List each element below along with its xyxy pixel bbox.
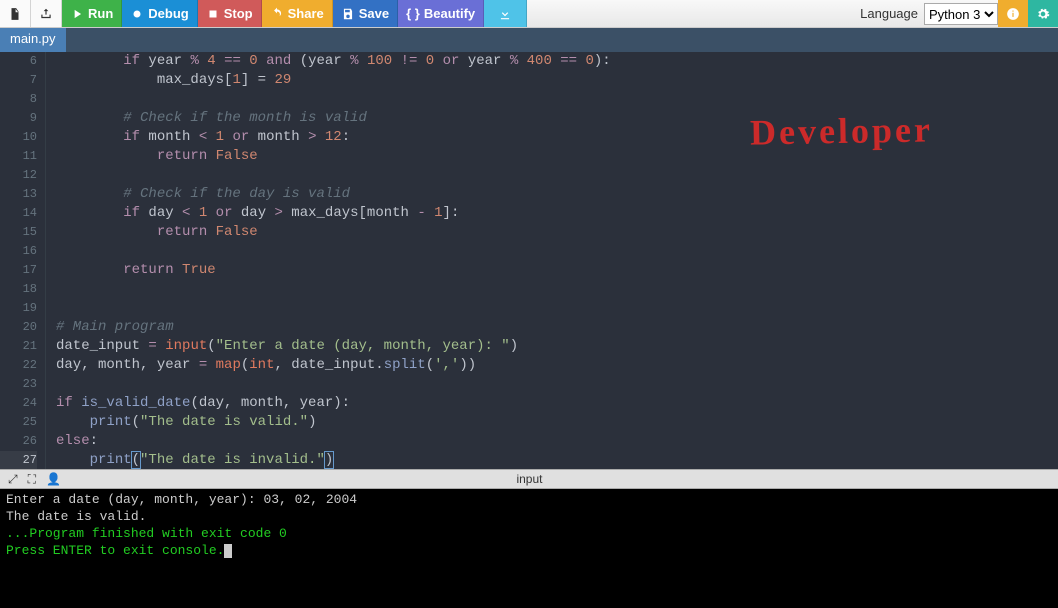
play-icon	[70, 7, 84, 21]
code-line[interactable]: max_days[1] = 29	[56, 71, 1058, 90]
debug-icon	[130, 7, 144, 21]
code-line[interactable]	[56, 280, 1058, 299]
debug-label: Debug	[148, 6, 188, 21]
console-line: Press ENTER to exit console.	[6, 542, 1052, 559]
run-label: Run	[88, 6, 113, 21]
download-icon	[498, 7, 512, 21]
line-gutter: 6789101112131415161718192021222324252627	[0, 52, 46, 469]
save-label: Save	[359, 6, 389, 21]
folder-open-icon	[39, 7, 53, 21]
braces-icon: { }	[406, 6, 420, 21]
console-toolbar: ⤢ ⛶ 👤 input	[0, 469, 1058, 489]
stop-icon	[206, 7, 220, 21]
stop-button[interactable]: Stop	[198, 0, 262, 27]
person-icon[interactable]: 👤	[46, 472, 61, 487]
code-line[interactable]	[56, 166, 1058, 185]
open-file-button[interactable]	[31, 0, 62, 27]
console-output[interactable]: Enter a date (day, month, year): 03, 02,…	[0, 489, 1058, 608]
info-button[interactable]	[998, 0, 1028, 27]
language-label: Language	[854, 0, 924, 27]
maximize-icon[interactable]: ⛶	[28, 472, 36, 487]
beautify-label: Beautify	[424, 6, 475, 21]
language-select[interactable]: Python 3	[924, 3, 998, 25]
code-line[interactable]: # Check if the day is valid	[56, 185, 1058, 204]
info-icon	[1006, 7, 1020, 21]
run-button[interactable]: Run	[62, 0, 122, 27]
expand-icon[interactable]: ⤢	[8, 472, 18, 487]
file-icon	[8, 7, 22, 21]
code-line[interactable]: else:	[56, 432, 1058, 451]
stop-label: Stop	[224, 6, 253, 21]
console-line: The date is valid.	[6, 508, 1052, 525]
code-line[interactable]	[56, 299, 1058, 318]
code-line[interactable]: return False	[56, 223, 1058, 242]
tab-bar: main.py	[0, 28, 1058, 52]
code-line[interactable]: print("The date is invalid.")	[56, 451, 1058, 469]
code-line[interactable]: if year % 4 == 0 and (year % 100 != 0 or…	[56, 52, 1058, 71]
code-editor[interactable]: 6789101112131415161718192021222324252627…	[0, 52, 1058, 469]
share-button[interactable]: Share	[262, 0, 333, 27]
code-line[interactable]: print("The date is valid.")	[56, 413, 1058, 432]
share-label: Share	[288, 6, 324, 21]
gear-icon	[1036, 7, 1050, 21]
console-line: ...Program finished with exit code 0	[6, 525, 1052, 542]
share-icon	[270, 7, 284, 21]
console-tab-label[interactable]: input	[61, 472, 998, 486]
save-icon	[341, 7, 355, 21]
tab-main-py[interactable]: main.py	[0, 28, 67, 52]
save-button[interactable]: Save	[333, 0, 398, 27]
code-line[interactable]: date_input = input("Enter a date (day, m…	[56, 337, 1058, 356]
code-line[interactable]	[56, 90, 1058, 109]
code-line[interactable]: if is_valid_date(day, month, year):	[56, 394, 1058, 413]
settings-button[interactable]	[1028, 0, 1058, 27]
console-line: Enter a date (day, month, year): 03, 02,…	[6, 491, 1052, 508]
main-toolbar: Run Debug Stop Share Save { } Beautify La…	[0, 0, 1058, 28]
code-line[interactable]: return True	[56, 261, 1058, 280]
code-line[interactable]: day, month, year = map(int, date_input.s…	[56, 356, 1058, 375]
new-file-button[interactable]	[0, 0, 31, 27]
beautify-button[interactable]: { } Beautify	[398, 0, 484, 27]
debug-button[interactable]: Debug	[122, 0, 197, 27]
code-line[interactable]: if day < 1 or day > max_days[month - 1]:	[56, 204, 1058, 223]
download-button[interactable]	[484, 0, 527, 27]
code-line[interactable]	[56, 375, 1058, 394]
toolbar-spacer	[527, 0, 854, 27]
code-line[interactable]: # Main program	[56, 318, 1058, 337]
code-line[interactable]	[56, 242, 1058, 261]
handwritten-annotation: Developer	[750, 108, 934, 153]
